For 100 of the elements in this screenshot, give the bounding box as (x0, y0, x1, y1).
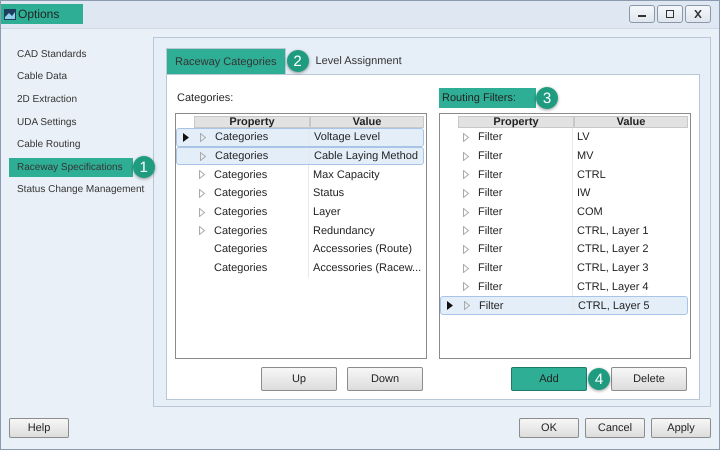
table-cell-text: Filter (477, 168, 504, 181)
step-badge: 1 (132, 156, 155, 178)
expand-icon[interactable] (200, 132, 206, 142)
grid-row[interactable]: Filter COM (440, 202, 690, 222)
dialog-button[interactable]: OK (519, 418, 579, 438)
dialog-button[interactable]: Cancel (585, 418, 645, 438)
table-cell: MV (572, 146, 690, 166)
section-label: Routing Filters: (439, 88, 536, 108)
sidebar-item[interactable]: Cable Routing (9, 135, 84, 154)
action-button[interactable]: Delete (611, 367, 687, 391)
table-cell: Voltage Level (309, 129, 423, 146)
table-cell-text: Categories (213, 262, 268, 274)
grid-row[interactable]: Categories Status (176, 184, 426, 203)
window-title: Options (1, 4, 84, 24)
column-header[interactable]: Value (310, 116, 424, 128)
table-cell-text: Filter (478, 300, 504, 312)
table-cell: Status (308, 184, 426, 203)
sidebar-item[interactable]: 2D Extraction (9, 90, 82, 109)
help-button[interactable]: Help (9, 418, 69, 438)
minimize-button[interactable] (629, 5, 655, 23)
grid-row[interactable]: Filter MV (440, 146, 690, 166)
grid-row[interactable]: Filter CTRL, Layer 2 (440, 240, 690, 259)
table-cell-text: Filter (477, 187, 504, 200)
table-cell-text: Categories (214, 131, 270, 144)
table-cell: Accessories (Racew... (308, 258, 426, 278)
grid-row[interactable]: Categories Accessories (Route) (176, 240, 426, 259)
expand-icon[interactable] (463, 170, 469, 180)
table-cell-text: Categories (213, 168, 268, 181)
table-cell: CTRL, Layer 1 (572, 221, 690, 240)
expand-icon[interactable] (463, 244, 469, 254)
table-cell: LV (572, 128, 690, 147)
expand-icon[interactable] (463, 188, 469, 198)
expand-icon[interactable] (463, 226, 469, 236)
table-cell-text: Filter (477, 262, 504, 274)
table-cell-text: Categories (214, 150, 270, 162)
table-cell: CTRL (572, 165, 690, 184)
sidebar-item[interactable]: Status Change Management (9, 180, 148, 200)
table-cell-text: Filter (477, 206, 504, 218)
table-cell-text: Filter (477, 243, 504, 256)
step-badge: 4 (588, 368, 610, 390)
expand-icon[interactable] (199, 170, 205, 180)
table-cell: Accessories (Route) (308, 240, 426, 259)
sidebar-item[interactable]: Cable Data (9, 67, 72, 86)
grid-row[interactable]: Filter CTRL, Layer 5 (440, 296, 688, 315)
expand-icon[interactable] (463, 208, 469, 217)
grid-row[interactable]: Filter IW (440, 184, 690, 203)
close-icon (693, 10, 703, 18)
table-cell: Redundancy (308, 221, 426, 240)
table-cell: Max Capacity (308, 165, 426, 184)
table-cell: CTRL, Layer 3 (572, 258, 690, 278)
grid-row[interactable]: Categories Max Capacity (176, 165, 426, 184)
table-cell: COM (572, 202, 690, 222)
sidebar-item[interactable]: CAD Standards (9, 44, 90, 64)
maximize-icon (665, 10, 675, 18)
action-button[interactable]: Up (261, 367, 337, 391)
step-badge: 3 (536, 87, 558, 109)
grid-row[interactable]: Filter CTRL (440, 165, 690, 184)
app-icon (4, 8, 16, 20)
column-header[interactable]: Value (574, 116, 688, 128)
dialog-button[interactable]: Apply (651, 418, 711, 438)
table-cell-text: Filter (477, 131, 504, 144)
action-button[interactable]: Add (511, 367, 587, 391)
table-cell-text: Filter (477, 150, 504, 162)
close-button[interactable] (685, 5, 711, 23)
expand-icon[interactable] (463, 282, 469, 292)
grid-row[interactable]: Filter CTRL, Layer 3 (440, 258, 690, 278)
expand-icon[interactable] (463, 264, 469, 273)
grid-row[interactable]: Categories Layer (176, 202, 426, 222)
expand-icon[interactable] (199, 188, 205, 198)
grid-row[interactable]: Categories Voltage Level (176, 128, 424, 147)
column-header[interactable]: Property (194, 116, 310, 128)
column-header[interactable]: Property (458, 116, 574, 128)
expand-icon[interactable] (199, 208, 205, 217)
expand-icon[interactable] (463, 132, 469, 142)
section-label: Categories: (176, 91, 234, 106)
expand-icon[interactable] (464, 301, 470, 310)
table-cell-text: Categories (213, 243, 268, 256)
grid-row[interactable]: Categories Cable Laying Method (176, 146, 424, 166)
grid-row[interactable]: Filter LV (440, 128, 690, 147)
grid-row[interactable]: Categories Redundancy (176, 221, 426, 240)
table-cell-text: Filter (477, 224, 504, 237)
expand-icon[interactable] (463, 152, 469, 161)
table-cell: IW (572, 184, 690, 203)
expand-icon[interactable] (199, 226, 205, 236)
sidebar-item[interactable]: Raceway Specifications (9, 158, 133, 177)
table-cell-text: Categories (213, 224, 268, 237)
expand-icon[interactable] (200, 152, 206, 161)
grid-row[interactable]: Filter CTRL, Layer 1 (440, 221, 690, 240)
table-cell-text: Categories (213, 206, 268, 218)
tab[interactable]: Raceway Categories (166, 48, 286, 74)
tab[interactable]: Level Assignment (310, 48, 408, 74)
table-cell: CTRL, Layer 5 (573, 297, 687, 314)
grid-row[interactable]: Categories Accessories (Racew... (176, 258, 426, 278)
sidebar-item[interactable]: UDA Settings (9, 112, 80, 132)
table-cell: Cable Laying Method (309, 148, 423, 164)
step-badge: 2 (286, 50, 308, 72)
action-button[interactable]: Down (347, 367, 423, 391)
table-cell-text: Categories (213, 187, 268, 200)
table-cell: Layer (308, 202, 426, 222)
maximize-button[interactable] (657, 5, 683, 23)
